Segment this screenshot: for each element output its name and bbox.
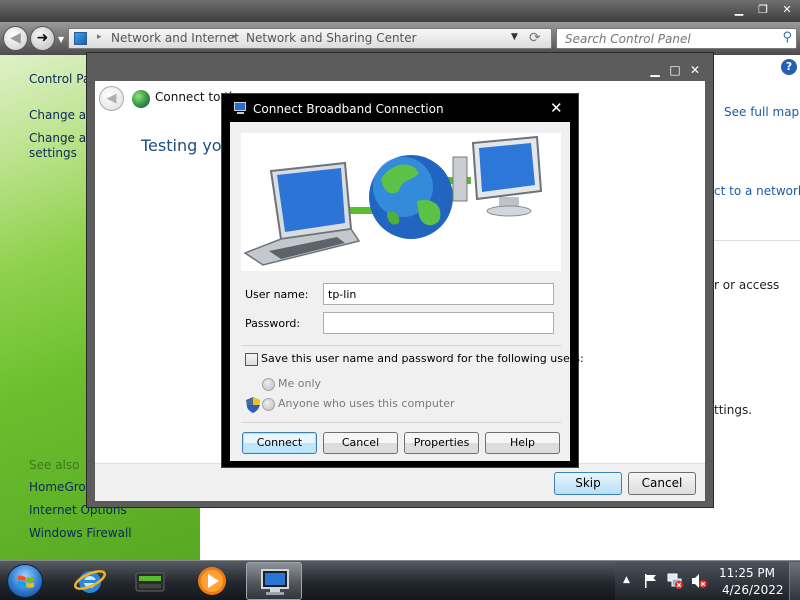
address-bar[interactable]: ▸ Network and Internet ▸ Network and Sha… [68, 28, 552, 49]
breadcrumb-separator-icon[interactable]: ▸ [97, 32, 102, 42]
me-only-label: Me only [278, 377, 322, 390]
taskbar: ▲ 11:25 PM 4/26/2022 [0, 560, 800, 600]
close-icon[interactable]: ✕ [685, 63, 705, 77]
ie-icon[interactable] [73, 565, 107, 597]
address-toolbar: ◀ ➜ ▼ ▸ Network and Internet ▸ Network a… [0, 22, 800, 55]
help-button[interactable]: Help [485, 432, 560, 454]
back-icon: ◀ [10, 30, 21, 46]
sidebar-windows-firewall[interactable]: Windows Firewall [29, 525, 132, 541]
password-label: Password: [245, 317, 301, 330]
setup-access-text: r or access [714, 278, 780, 292]
connect-broadband-dialog: Connect Broadband Connection ✕ User name… [221, 93, 584, 468]
globe-icon [369, 155, 453, 239]
start-button[interactable] [7, 564, 43, 598]
breadcrumb-network-and-sharing-center[interactable]: Network and Sharing Center [246, 31, 417, 45]
sidebar-task-1[interactable]: Change ad [29, 107, 94, 123]
shield-icon [246, 397, 260, 413]
user-name-input[interactable] [323, 283, 554, 305]
close-icon[interactable]: ✕ [779, 3, 795, 17]
router-icon[interactable] [133, 565, 167, 597]
cancel-button[interactable]: Cancel [323, 432, 398, 454]
breadcrumb-separator-icon[interactable]: ▸ [232, 32, 237, 42]
search-input[interactable] [565, 32, 775, 46]
refresh-icon[interactable]: ⟳ [529, 30, 541, 46]
sharing-settings-text: ttings. [714, 403, 753, 417]
divider [241, 345, 561, 346]
flag-icon[interactable] [643, 573, 659, 589]
forward-button[interactable]: ➜ [30, 26, 55, 51]
minimize-icon[interactable]: ▁ [645, 63, 665, 77]
anyone-radio[interactable] [262, 398, 275, 411]
anyone-label: Anyone who uses this computer [278, 397, 455, 410]
search-box[interactable]: ⚲ [556, 28, 797, 49]
dialog-body: User name: Password: Save this user name… [230, 122, 584, 461]
save-credentials-label[interactable]: Save this user name and password for the… [261, 352, 584, 365]
divider [714, 240, 800, 241]
sidebar-homegroup[interactable]: HomeGrou [29, 479, 93, 495]
network-tray-icon[interactable] [667, 573, 683, 589]
monitor-icon [452, 135, 543, 217]
me-only-radio[interactable] [262, 378, 275, 391]
show-hidden-icons-chevron-icon[interactable]: ▲ [623, 575, 630, 585]
sidebar-control-panel-home[interactable]: Control Pa [29, 71, 90, 87]
notification-area: ▲ 11:25 PM 4/26/2022 [615, 562, 800, 600]
close-icon[interactable]: ✕ [550, 99, 563, 117]
media-player-icon[interactable] [195, 565, 229, 597]
clock-date[interactable]: 4/26/2022 [722, 583, 784, 597]
restore-icon[interactable]: ❐ [755, 3, 771, 17]
sidebar-task-2[interactable]: Change ad [29, 130, 94, 146]
network-icon [261, 569, 289, 595]
maximize-icon[interactable]: □ [665, 63, 685, 77]
password-input[interactable] [323, 312, 554, 334]
divider [241, 422, 561, 423]
help-icon[interactable]: ? [781, 59, 797, 75]
volume-muted-icon[interactable] [691, 573, 707, 589]
dialog-title: Connect Broadband Connection [253, 102, 444, 116]
connect-to-network-link[interactable]: ct to a network [714, 184, 800, 198]
laptop-icon [243, 161, 361, 266]
recent-pages-dropdown[interactable]: ▼ [58, 35, 64, 44]
clock-time[interactable]: 11:25 PM [719, 566, 775, 580]
back-icon: ◀ [106, 91, 117, 106]
skip-button[interactable]: Skip [554, 472, 622, 495]
address-dropdown-icon[interactable]: ▼ [511, 32, 518, 42]
user-name-label: User name: [245, 288, 309, 301]
start-orb-icon [18, 575, 34, 588]
control-panel-title-bar: ▁ ❐ ✕ [0, 0, 800, 22]
see-full-map-link[interactable]: See full map [724, 105, 799, 119]
show-desktop-button[interactable] [789, 562, 800, 600]
see-also-heading: See also [29, 458, 80, 472]
network-taskbar-button[interactable] [246, 562, 302, 600]
forward-icon: ➜ [36, 30, 49, 46]
wizard-caption-buttons: ▁ □ ✕ [645, 63, 705, 77]
connection-illustration [241, 133, 561, 271]
globe-icon [132, 90, 150, 108]
connect-button[interactable]: Connect [242, 432, 317, 454]
properties-button[interactable]: Properties [404, 432, 479, 454]
control-panel-icon [74, 32, 87, 45]
network-connection-icon [233, 102, 248, 116]
back-button[interactable]: ◀ [3, 26, 28, 51]
wizard-back-button[interactable]: ◀ [99, 86, 124, 111]
wizard-footer: Skip Cancel [95, 463, 705, 501]
save-credentials-checkbox[interactable] [245, 353, 258, 366]
sidebar-task-2-continued[interactable]: settings [29, 145, 77, 161]
breadcrumb-network-and-internet[interactable]: Network and Internet [111, 31, 239, 45]
minimize-icon[interactable]: ▁ [731, 3, 747, 17]
search-icon[interactable]: ⚲ [782, 30, 792, 45]
wizard-cancel-button[interactable]: Cancel [628, 472, 696, 495]
